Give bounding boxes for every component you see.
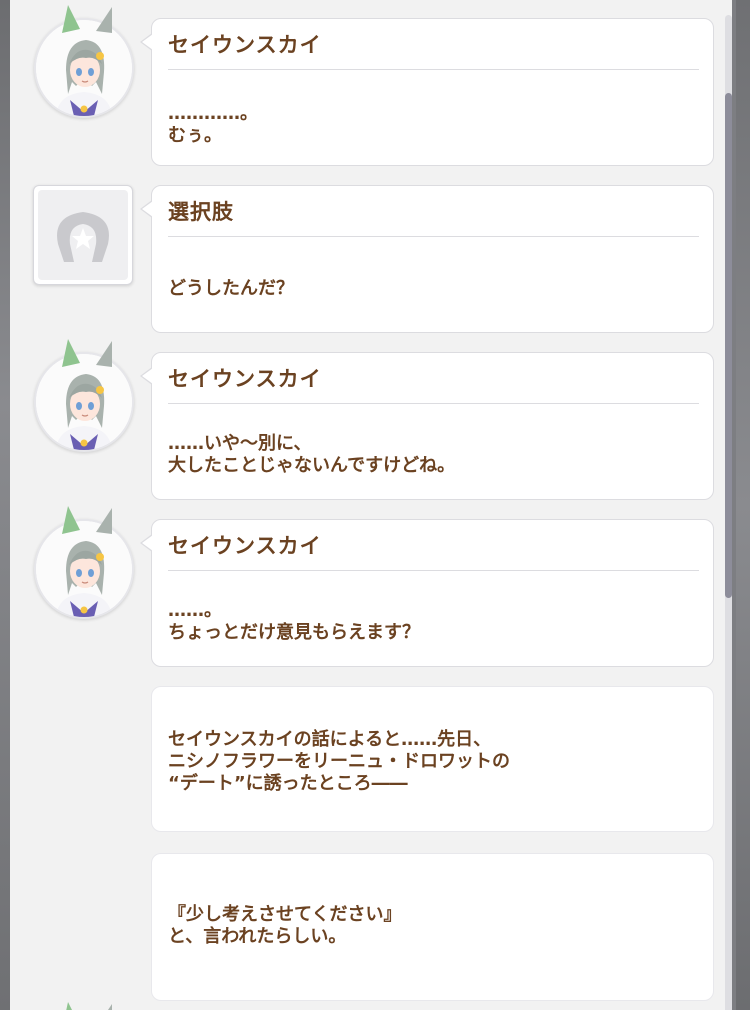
dialogue-line: ……。 <box>168 600 222 621</box>
scrollbar-thumb[interactable] <box>725 93 732 598</box>
dialogue-line: …………。 <box>168 103 258 124</box>
speaker-name: 選択肢 <box>168 200 234 224</box>
divider <box>168 69 699 70</box>
narration-line: 『少し考えさせてください』 <box>168 904 402 925</box>
speaker-name: セイウンスカイ <box>168 367 322 391</box>
speaker-name: セイウンスカイ <box>168 534 322 558</box>
choice-line: どうしたんだ？ <box>168 278 294 299</box>
dialogue-bubble: セイウンスカイ ……いや～別に、 大したことじゃないんですけどね。 <box>140 352 714 500</box>
narration-line: と、言われたらしい。 <box>168 926 347 947</box>
character-avatar-icon <box>34 18 134 118</box>
character-ears-icon <box>66 1002 112 1010</box>
scrollbar[interactable] <box>725 15 732 1010</box>
narration-bubble: セイウンスカイの話によると……先日、 ニシノフラワーをリーニュ・ドロワットの “… <box>151 686 714 832</box>
divider <box>168 570 699 571</box>
narration-bubble: 『少し考えさせてください』 と、言われたらしい。 <box>151 853 714 1001</box>
narration-line: セイウンスカイの話によると……先日、 <box>168 729 492 750</box>
dialogue-line: むぅ。 <box>168 125 222 146</box>
narration-line: ニシノフラワーをリーニュ・ドロワットの <box>168 751 510 772</box>
divider <box>168 236 699 237</box>
character-avatar-icon <box>34 519 134 619</box>
choice-bubble: 選択肢 どうしたんだ？ <box>140 185 714 333</box>
divider <box>168 403 699 404</box>
story-log-panel[interactable]: セイウンスカイ …………。 むぅ。 選択肢 どうしたんだ？ セイウンスカイ ……… <box>10 0 732 1010</box>
dialogue-line: ちょっとだけ意見もらえます？ <box>168 622 420 643</box>
character-avatar-icon <box>34 352 134 452</box>
speaker-name: セイウンスカイ <box>168 33 322 57</box>
background-right <box>736 0 750 1010</box>
dialogue-line: ……いや～別に、 <box>168 433 312 454</box>
dialogue-line: 大したことじゃないんですけどね。 <box>168 455 456 476</box>
dialogue-bubble: セイウンスカイ ……。 ちょっとだけ意見もらえます？ <box>140 519 714 667</box>
dialogue-bubble: セイウンスカイ …………。 むぅ。 <box>140 18 714 166</box>
narration-line: “デート”に誘ったところ―― <box>168 773 408 794</box>
choice-avatar-icon <box>33 185 133 285</box>
